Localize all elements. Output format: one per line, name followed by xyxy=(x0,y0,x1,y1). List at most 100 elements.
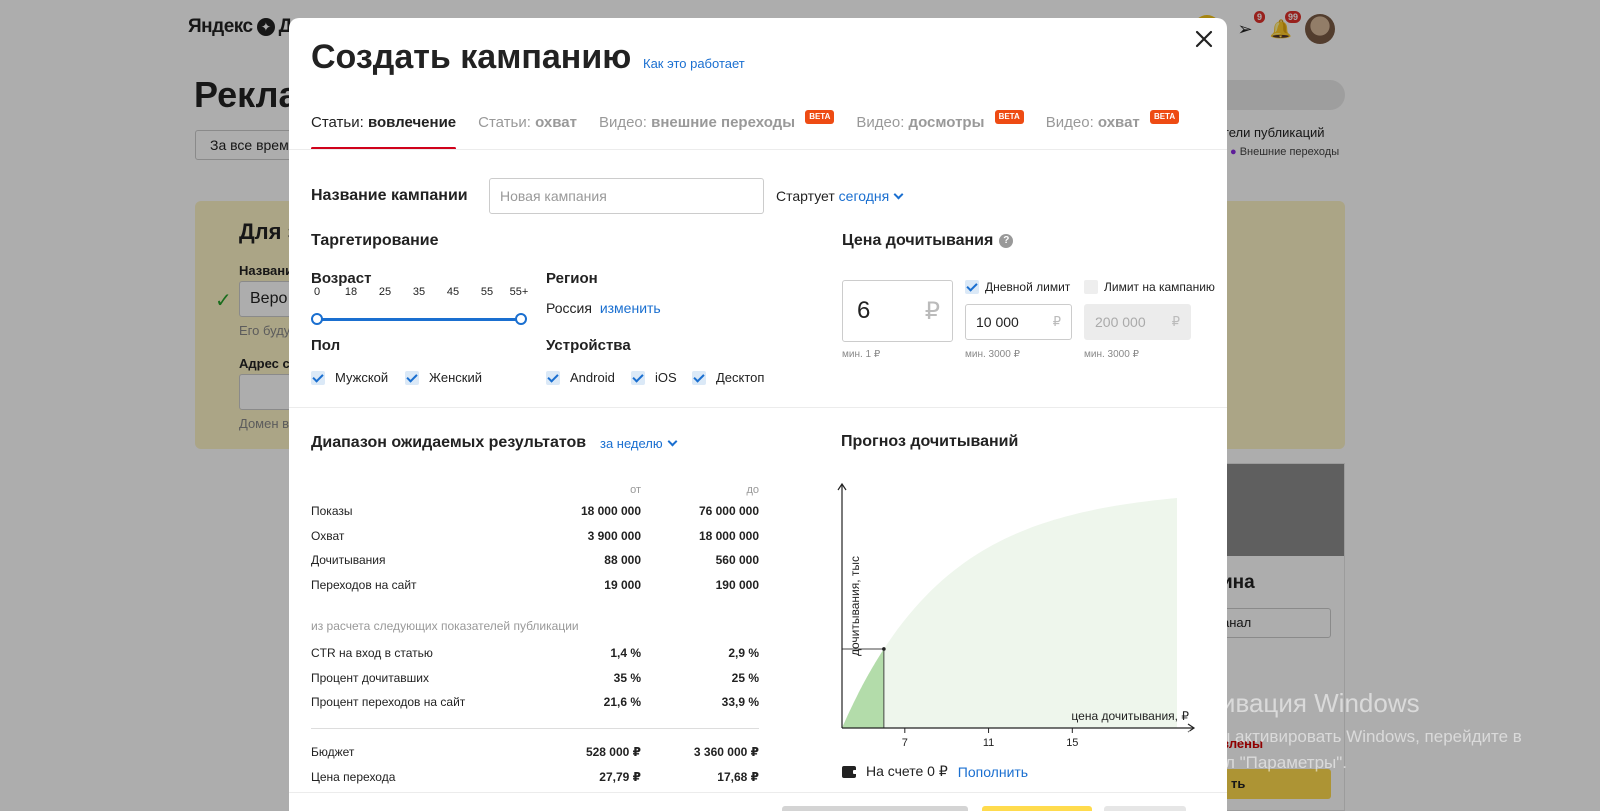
price-min-hint: мин. 1 ₽ xyxy=(842,349,881,360)
section-divider xyxy=(289,407,1227,408)
region-label: Регион xyxy=(546,270,598,287)
checkbox-label: iOS xyxy=(655,370,677,385)
slider-max-handle[interactable] xyxy=(515,313,527,325)
age-range-slider[interactable] xyxy=(311,313,527,325)
cancel-button[interactable] xyxy=(782,806,968,811)
daily-limit-value: 10 000 xyxy=(976,314,1019,330)
tab-articles-engagement[interactable]: Статьи: вовлечение xyxy=(311,98,457,150)
tab-video-reach[interactable]: Видео: охват BETA xyxy=(1045,98,1180,150)
row-from: 3 900 000 xyxy=(587,528,641,543)
x-tick-label: 15 xyxy=(1066,737,1078,749)
checkbox-label: Android xyxy=(570,370,615,385)
gender-male-checkbox[interactable]: Мужской xyxy=(311,370,388,385)
table-row: Переходов на сайт 19 000 190 000 xyxy=(311,573,759,598)
start-date-control[interactable]: Стартует сегодня xyxy=(776,188,904,204)
daily-limit-input[interactable]: 10 000 ₽ xyxy=(965,304,1072,340)
checkbox-checked-icon xyxy=(405,370,419,385)
basis-table: CTR на вход в статью 1,4 % 2,9 % Процент д… xyxy=(311,641,759,715)
activation-line1: Чтобы активировать Windows, перейдите в xyxy=(1180,727,1522,746)
range-period-dropdown[interactable]: за неделю xyxy=(600,436,678,451)
how-it-works-link[interactable]: Как это работает xyxy=(643,56,745,71)
campaign-limit-input[interactable]: 200 000 ₽ xyxy=(1084,304,1191,340)
row-from: 88 000 xyxy=(604,553,641,568)
help-icon[interactable]: ? xyxy=(999,233,1014,248)
gender-female-checkbox[interactable]: Женский xyxy=(405,370,482,385)
checkbox-unchecked-icon xyxy=(1084,280,1098,294)
campaign-limit-checkbox[interactable]: Лимит на кампанию xyxy=(1084,280,1215,294)
age-tick: 35 xyxy=(412,286,426,298)
row-label: Бюджет xyxy=(311,745,355,760)
tab-label: досмотры xyxy=(908,114,985,131)
forecast-chart[interactable]: дочитывания, тыс цена дочитывания, ₽ 7 11… xyxy=(827,480,1197,752)
beta-badge: BETA xyxy=(994,110,1024,124)
row-to: 190 000 xyxy=(715,577,759,592)
balance-row: На счете 0 ₽ Пополнить xyxy=(842,763,1028,780)
device-desktop-checkbox[interactable]: Десктоп xyxy=(692,370,764,385)
campaign-name-input[interactable] xyxy=(489,178,764,214)
tab-prefix: Видео: xyxy=(856,114,905,131)
campaign-name-row: Название кампании Стартует сегодня xyxy=(311,178,904,214)
forecast-full-area xyxy=(842,498,1177,728)
device-ios-checkbox[interactable]: iOS xyxy=(631,370,677,385)
top-up-link[interactable]: Пополнить xyxy=(958,764,1028,780)
table-row: Дочитывания 88 000 560 000 xyxy=(311,548,759,573)
x-tick-label: 7 xyxy=(902,737,908,749)
tab-video-external-clicks[interactable]: Видео: внешние переходы BETA xyxy=(599,98,835,150)
region-change-link[interactable]: изменить xyxy=(600,300,661,316)
checkbox-checked-icon xyxy=(311,370,325,385)
age-tick: 18 xyxy=(344,286,358,298)
row-from: 35 % xyxy=(613,670,641,685)
activation-line2: раздел "Параметры". xyxy=(1180,753,1348,772)
campaign-type-tabs: Статьи: вовлечение Статьи: охват Видео: … xyxy=(311,98,1227,150)
table-row: Цена перехода 27,79 ₽ 17,68 ₽ xyxy=(311,765,759,790)
close-icon[interactable] xyxy=(1193,28,1215,50)
row-label: CTR на вход в статью xyxy=(311,646,433,661)
checkbox-label: Мужской xyxy=(335,370,389,385)
row-to: 3 360 000 ₽ xyxy=(693,745,759,760)
row-label: Процент переходов на сайт xyxy=(311,695,466,710)
table-row: Бюджет 528 000 ₽ 3 360 000 ₽ xyxy=(311,740,759,765)
table-row: Охват 3 900 000 18 000 000 xyxy=(311,524,759,549)
row-label: Охват xyxy=(311,528,345,543)
age-tick: 55+ xyxy=(509,286,529,298)
ruble-icon: ₽ xyxy=(1052,314,1061,329)
activation-title: Активация Windows xyxy=(1180,688,1420,718)
create-campaign-modal: Создать кампанию Как это работает Статьи… xyxy=(289,18,1227,811)
row-to: 33,9 % xyxy=(721,695,759,710)
ruble-icon: ₽ xyxy=(1171,314,1180,329)
row-label: Цена перехода xyxy=(311,769,396,784)
tab-label: охват xyxy=(1097,114,1140,131)
balance-label: На счете 0 ₽ xyxy=(866,763,948,779)
create-button[interactable] xyxy=(982,806,1092,811)
windows-activation-watermark: Активация Windows Чтобы активировать Win… xyxy=(1180,688,1522,773)
campaign-name-label: Название кампании xyxy=(311,187,468,204)
checkbox-label: Женский xyxy=(429,370,482,385)
tabs-divider xyxy=(289,149,1227,150)
age-tick: 25 xyxy=(378,286,392,298)
daily-limit-min-hint: мин. 3000 ₽ xyxy=(965,349,1020,360)
age-tick: 55 xyxy=(480,286,494,298)
checkbox-checked-icon xyxy=(546,370,560,385)
starts-label: Стартует xyxy=(776,188,835,204)
checkbox-checked-icon xyxy=(692,370,706,385)
basis-note: из расчета следующих показателей публика… xyxy=(311,619,579,633)
results-divider xyxy=(311,728,759,729)
slider-min-handle[interactable] xyxy=(311,313,323,325)
secondary-button[interactable] xyxy=(1104,806,1186,811)
table-row: Процент дочитавших 35 % 25 % xyxy=(311,666,759,691)
checkbox-label: Лимит на кампанию xyxy=(1104,280,1215,294)
checkbox-checked-icon xyxy=(965,280,979,294)
tab-video-views[interactable]: Видео: досмотры BETA xyxy=(856,98,1024,150)
tab-articles-reach[interactable]: Статьи: охват xyxy=(478,98,577,150)
checkbox-checked-icon xyxy=(631,370,645,385)
price-input[interactable]: 6 ₽ xyxy=(842,280,953,342)
device-android-checkbox[interactable]: Android xyxy=(546,370,615,385)
tab-prefix: Видео: xyxy=(1045,114,1094,131)
results-table: от до Показы 18 000 000 76 000 000 Охват 3 … xyxy=(311,481,759,597)
region-value: Россия изменить xyxy=(546,300,661,316)
forecast-title: Прогноз дочитываний xyxy=(841,433,1019,450)
wallet-icon xyxy=(842,765,858,778)
daily-limit-checkbox[interactable]: Дневной лимит xyxy=(965,280,1070,294)
age-tick: 0 xyxy=(313,286,321,298)
starts-value[interactable]: сегодня xyxy=(839,188,890,204)
